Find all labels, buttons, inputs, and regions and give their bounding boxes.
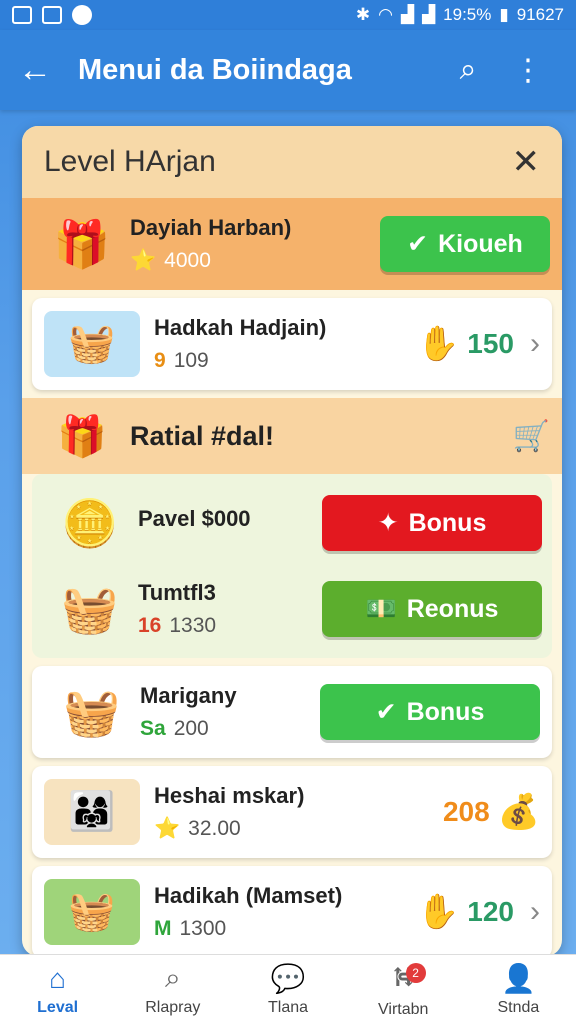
item-amount: 150 xyxy=(467,328,514,359)
back-arrow-icon[interactable]: ← xyxy=(18,51,68,90)
cash-icon: 💵 xyxy=(365,594,397,623)
sheet-title: Level HArjan xyxy=(44,145,216,178)
star-icon: ⭐ xyxy=(154,817,181,840)
item-value: 200 xyxy=(173,717,209,740)
nav-label: Leval xyxy=(37,998,79,1016)
item-prefix: 9 xyxy=(154,349,166,372)
promo-row[interactable]: 🎁 Dayiah Harban) ⭐ 4000 ✔ Kioueh xyxy=(22,198,562,290)
list-item[interactable]: 🧺 Hadkah Hadjain) 9 109 ✋ 150 › xyxy=(32,298,552,390)
item-value: 32.00 xyxy=(188,817,241,840)
check-icon: ✔ xyxy=(375,698,397,726)
bonus-button[interactable]: ✦ Bonus xyxy=(322,495,542,551)
fruit-basket-image: 🧺 xyxy=(44,311,140,377)
item-amount: 208 xyxy=(442,796,490,827)
signal-icon: ▟ xyxy=(401,5,415,24)
check-icon: ✔ xyxy=(407,230,429,258)
page-title: Menui da Boiindaga xyxy=(78,53,352,86)
signal-icon-2: ▟ xyxy=(422,5,436,24)
app-bar: ← Menui da Boiindaga ⌕ ⋮ xyxy=(0,30,576,110)
search-icon[interactable]: ⌕ xyxy=(438,53,498,87)
battery-text: 19:5% xyxy=(443,5,492,24)
notification-badge: 2 xyxy=(405,963,426,983)
nav-item-tlana[interactable]: 💬 Tlana xyxy=(230,955,345,1024)
nav-item-rlapray[interactable]: ⌕ Rlapray xyxy=(115,955,230,1024)
item-amount: 120 xyxy=(467,896,514,927)
notification-icon xyxy=(12,6,32,24)
nav-item-stnda[interactable]: 👤 Stnda xyxy=(461,955,576,1024)
fruit-basket-image: 🧺 xyxy=(44,879,140,945)
hand-icon: ✋ xyxy=(416,893,460,931)
list-item[interactable]: 🧺 Tumtfl3 16 1330 💵 Reonus xyxy=(32,566,552,652)
more-vert-icon[interactable]: ⋮ xyxy=(498,53,558,88)
item-prefix: M xyxy=(154,917,172,940)
wifi-icon: ◠ xyxy=(378,5,393,24)
banner-row: 🎁 Ratial #dal! 🛒 xyxy=(22,398,562,474)
search-icon: ⌕ xyxy=(164,962,181,993)
promo-name: Dayiah Harban) xyxy=(130,215,292,240)
item-name: Heshai mskar) xyxy=(154,783,305,808)
bonus-button[interactable]: ✔ Bonus xyxy=(320,684,540,740)
list-item[interactable]: 🧺 Marigany Sa 200 ✔ Bonus xyxy=(32,666,552,758)
close-icon[interactable]: ✕ xyxy=(512,142,541,182)
promo-value: 4000 xyxy=(164,249,211,272)
item-prefix: 16 xyxy=(138,614,162,637)
list-item[interactable]: 👨‍👩‍👧 Heshai mskar) ⭐ 32.00 208 💰 xyxy=(32,766,552,858)
item-name: Tumtfl3 xyxy=(138,580,216,605)
bonus-button-label: Bonus xyxy=(406,697,485,726)
minus-circle-icon xyxy=(72,5,92,25)
item-prefix: Sa xyxy=(140,717,166,740)
nav-label: Tlana xyxy=(267,999,309,1016)
nav-label: Stnda xyxy=(497,999,540,1016)
item-value: 1300 xyxy=(179,917,227,940)
fruit-basket-icon: 🧺 xyxy=(61,582,119,635)
coins-icon: 🪙 xyxy=(61,496,119,549)
link-icon: ✦ xyxy=(377,509,399,537)
status-bar: ✱ ◠ ▟ ▟ 19:5% ▮ 91627 xyxy=(0,0,576,30)
bluetooth-icon: ✱ xyxy=(355,5,371,24)
chevron-right-icon[interactable]: › xyxy=(530,895,540,929)
nav-item-leval[interactable]: ⌂ Leval xyxy=(0,955,115,1024)
chat-icon: 💬 xyxy=(270,963,306,994)
download-icon xyxy=(42,6,62,24)
reonus-button-label: Reonus xyxy=(406,594,499,623)
level-sheet: Level HArjan ✕ 🎁 Dayiah Harban) ⭐ 4000 ✔… xyxy=(22,126,562,956)
gift-icon: 🎁 xyxy=(53,217,111,270)
list-item[interactable]: 🧺 Hadikah (Mamset) M 1300 ✋ 120 › xyxy=(32,866,552,956)
nav-label: Rlapray xyxy=(145,999,201,1016)
coin-bag-icon: 💰 xyxy=(497,793,540,831)
hand-icon: ✋ xyxy=(416,325,460,363)
item-name: Marigany xyxy=(140,683,237,708)
nav-item-virtabn[interactable]: ⛕ 2 Virtabn xyxy=(346,955,461,1024)
battery-icon: ▮ xyxy=(499,5,509,24)
bonus-group: 🪙 Pavel $000 ✦ Bonus 🧺 Tumtfl3 16 1330 💵… xyxy=(32,474,552,658)
people-image: 👨‍👩‍👧 xyxy=(44,779,140,845)
bottom-nav: ⌂ Leval ⌕ Rlapray 💬 Tlana ⛕ 2 Virtabn 👤 … xyxy=(0,954,576,1024)
chevron-right-icon[interactable]: › xyxy=(530,327,540,361)
banner-text: Ratial #dal! xyxy=(130,420,275,451)
fruit-basket-icon: 🧺 xyxy=(63,685,121,738)
home-icon: ⌂ xyxy=(49,962,67,994)
bonus-button-label: Bonus xyxy=(408,508,487,537)
gift-icon: 🎁 xyxy=(57,414,107,459)
reonus-button[interactable]: 💵 Reonus xyxy=(322,581,542,637)
promo-button-label: Kioueh xyxy=(438,229,523,258)
nav-label: Virtabn xyxy=(378,1000,429,1018)
promo-button[interactable]: ✔ Kioueh xyxy=(380,216,550,272)
item-name: Hadkah Hadjain) xyxy=(154,315,327,340)
list-item[interactable]: 🪙 Pavel $000 ✦ Bonus xyxy=(32,480,552,566)
star-icon: ⭐ xyxy=(130,249,157,272)
sheet-header: Level HArjan ✕ xyxy=(22,126,562,198)
item-value: 109 xyxy=(173,349,209,372)
item-name: Pavel $000 xyxy=(138,506,251,531)
profile-icon: 👤 xyxy=(500,963,536,994)
item-value: 1330 xyxy=(169,614,217,637)
item-name: Hadikah (Mamset) xyxy=(154,883,343,908)
clock: 91627 xyxy=(516,5,564,24)
cart-icon[interactable]: 🛒 xyxy=(513,419,550,454)
